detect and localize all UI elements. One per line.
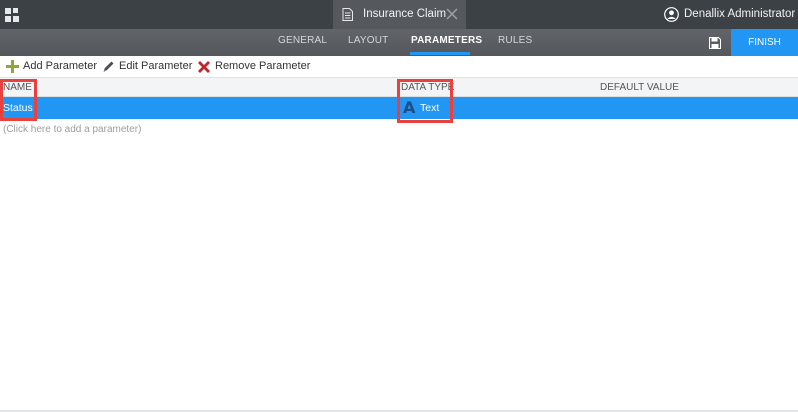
edit-parameter-label: Edit Parameter — [119, 60, 193, 72]
tab-parameters[interactable]: PARAMETERS — [411, 35, 482, 46]
tab-layout[interactable]: LAYOUT — [348, 35, 388, 46]
parameters-toolbar: Add Parameter Edit Parameter Remove Para… — [0, 56, 798, 77]
column-header-default-value[interactable]: DEFAULT VALUE — [600, 82, 679, 93]
document-title: Insurance Claim — [363, 8, 447, 20]
add-parameter-button[interactable]: Add Parameter — [6, 60, 97, 74]
tab-general[interactable]: GENERAL — [278, 35, 327, 46]
app-grid-icon[interactable] — [5, 8, 19, 22]
table-header: NAME DATA TYPE DEFAULT VALUE — [0, 77, 798, 97]
parameter-data-type-cell: Text — [420, 102, 440, 114]
column-header-data-type[interactable]: DATA TYPE — [401, 82, 454, 93]
plus-icon — [6, 60, 19, 73]
title-bar: Insurance Claim Denallix Administrator — [0, 0, 798, 29]
designer-nav: GENERAL LAYOUT PARAMETERS RULES — [0, 29, 798, 56]
save-icon[interactable] — [709, 37, 721, 49]
finish-button[interactable]: FINISH — [731, 29, 798, 56]
x-icon — [198, 61, 210, 73]
column-header-name[interactable]: NAME — [3, 82, 32, 93]
add-parameter-hint[interactable]: (Click here to add a parameter) — [3, 124, 141, 135]
pencil-icon — [103, 61, 114, 72]
user-name[interactable]: Denallix Administrator — [684, 8, 795, 20]
parameter-name-cell: Status — [3, 102, 33, 114]
document-tab[interactable]: Insurance Claim — [333, 0, 466, 29]
document-icon — [342, 8, 353, 21]
close-icon[interactable] — [445, 7, 459, 21]
text-type-icon: A — [403, 98, 416, 117]
active-tab-indicator — [410, 52, 470, 55]
tab-rules[interactable]: RULES — [498, 35, 532, 46]
edit-parameter-button[interactable]: Edit Parameter — [102, 60, 192, 74]
remove-parameter-button[interactable]: Remove Parameter — [197, 60, 310, 74]
table-row[interactable]: Status A Text — [0, 97, 798, 119]
user-avatar-icon[interactable] — [664, 7, 679, 22]
add-parameter-label: Add Parameter — [23, 60, 97, 72]
remove-parameter-label: Remove Parameter — [215, 60, 311, 72]
